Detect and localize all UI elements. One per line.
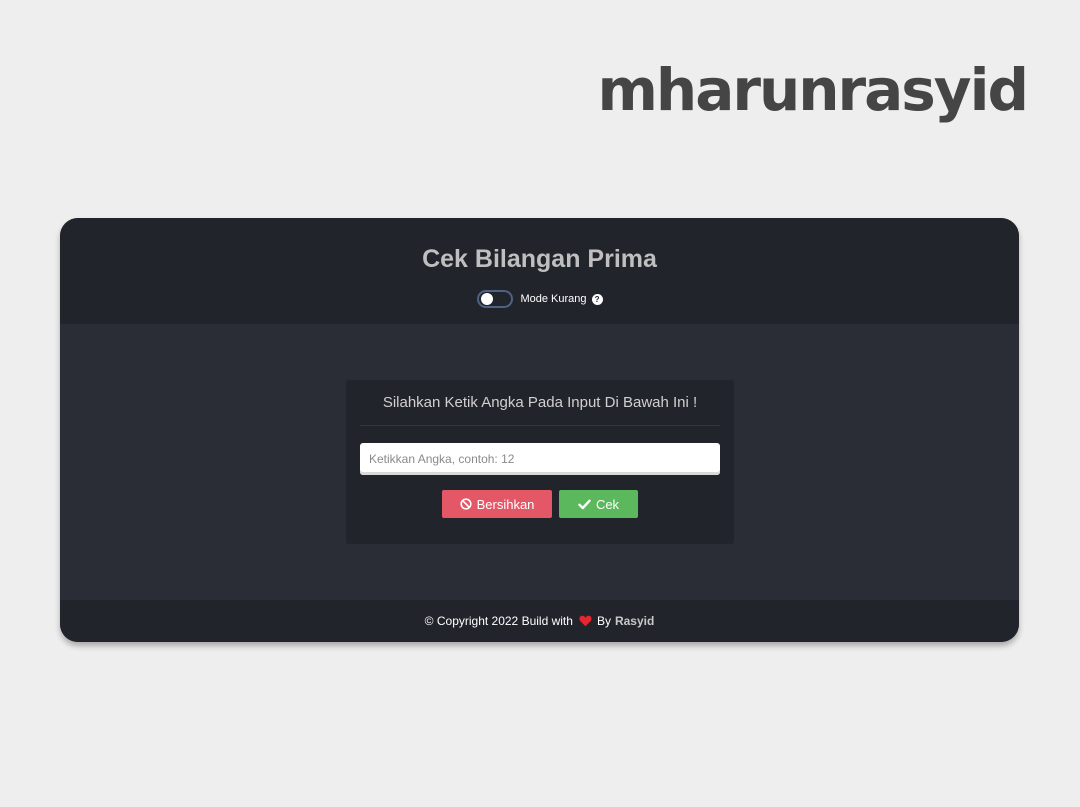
author-link[interactable]: Rasyid xyxy=(615,614,654,628)
input-panel: Silahkan Ketik Angka Pada Input Di Bawah… xyxy=(346,380,734,544)
clear-button-label: Bersihkan xyxy=(476,496,535,512)
instruction-text: Silahkan Ketik Angka Pada Input Di Bawah… xyxy=(382,394,698,411)
clear-button[interactable]: Bersihkan xyxy=(442,490,552,518)
heart-icon xyxy=(579,615,592,627)
mode-toggle-switch[interactable] xyxy=(477,290,514,308)
check-button-label: Cek xyxy=(595,496,620,512)
card-body: Silahkan Ketik Angka Pada Input Di Bawah… xyxy=(60,324,1019,600)
brand-title: mharunrasyid xyxy=(597,56,1029,124)
question-circle-icon[interactable]: ? xyxy=(591,293,603,305)
toggle-knob xyxy=(481,293,494,305)
check-button[interactable]: Cek xyxy=(559,490,638,518)
card-title: Cek Bilangan Prima xyxy=(422,245,657,273)
mode-row: Mode Kurang ? xyxy=(60,290,1019,308)
by-text: By xyxy=(596,614,611,628)
copyright-text: © Copyright 2022 Build with xyxy=(424,614,573,628)
prime-checker-card: Cek Bilangan Prima Mode Kurang ? Silahka… xyxy=(60,218,1019,642)
divider xyxy=(360,425,720,426)
mode-label: Mode Kurang xyxy=(520,293,587,305)
number-input[interactable] xyxy=(360,443,720,475)
card-footer: © Copyright 2022 Build with By Rasyid xyxy=(60,600,1019,642)
check-icon xyxy=(578,499,591,509)
card-header: Cek Bilangan Prima Mode Kurang ? xyxy=(60,218,1019,324)
ban-icon xyxy=(459,498,472,510)
